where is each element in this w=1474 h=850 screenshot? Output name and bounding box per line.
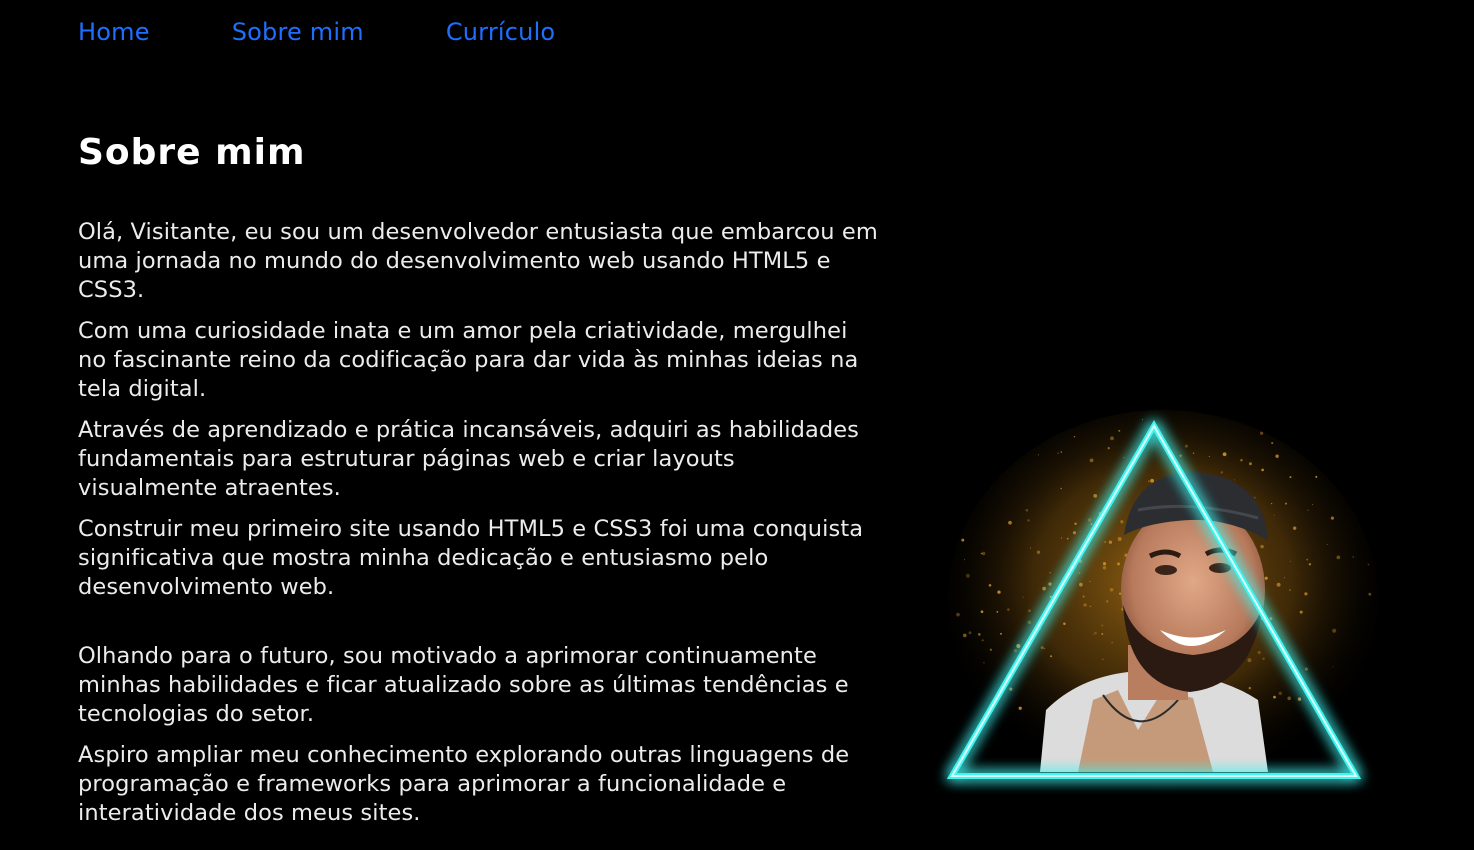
paragraph-intro: Olá, Visitante, eu sou um desenvolvedor … xyxy=(78,219,878,303)
nav-link-curriculo[interactable]: Currículo xyxy=(446,18,556,46)
paragraph-first-site: Construir meu primeiro site usando HTML5… xyxy=(78,516,864,600)
paragraph-aspiration: Aspiro ampliar meu conhecimento exploran… xyxy=(78,742,850,826)
profile-portrait xyxy=(928,400,1388,800)
top-nav: Home Sobre mim Currículo xyxy=(78,14,637,50)
about-text: Olá, Visitante, eu sou um desenvolvedor … xyxy=(78,218,878,840)
nav-link-home[interactable]: Home xyxy=(78,18,150,46)
paragraph-curiosity: Com uma curiosidade inata e um amor pela… xyxy=(78,318,859,402)
neon-triangle-portrait xyxy=(946,410,1378,790)
page-title: Sobre mim xyxy=(78,132,306,173)
paragraph-learning: Através de aprendizado e prática incansá… xyxy=(78,417,859,501)
nav-link-sobre-mim[interactable]: Sobre mim xyxy=(232,18,364,46)
paragraph-future: Olhando para o futuro, sou motivado a ap… xyxy=(78,643,849,727)
